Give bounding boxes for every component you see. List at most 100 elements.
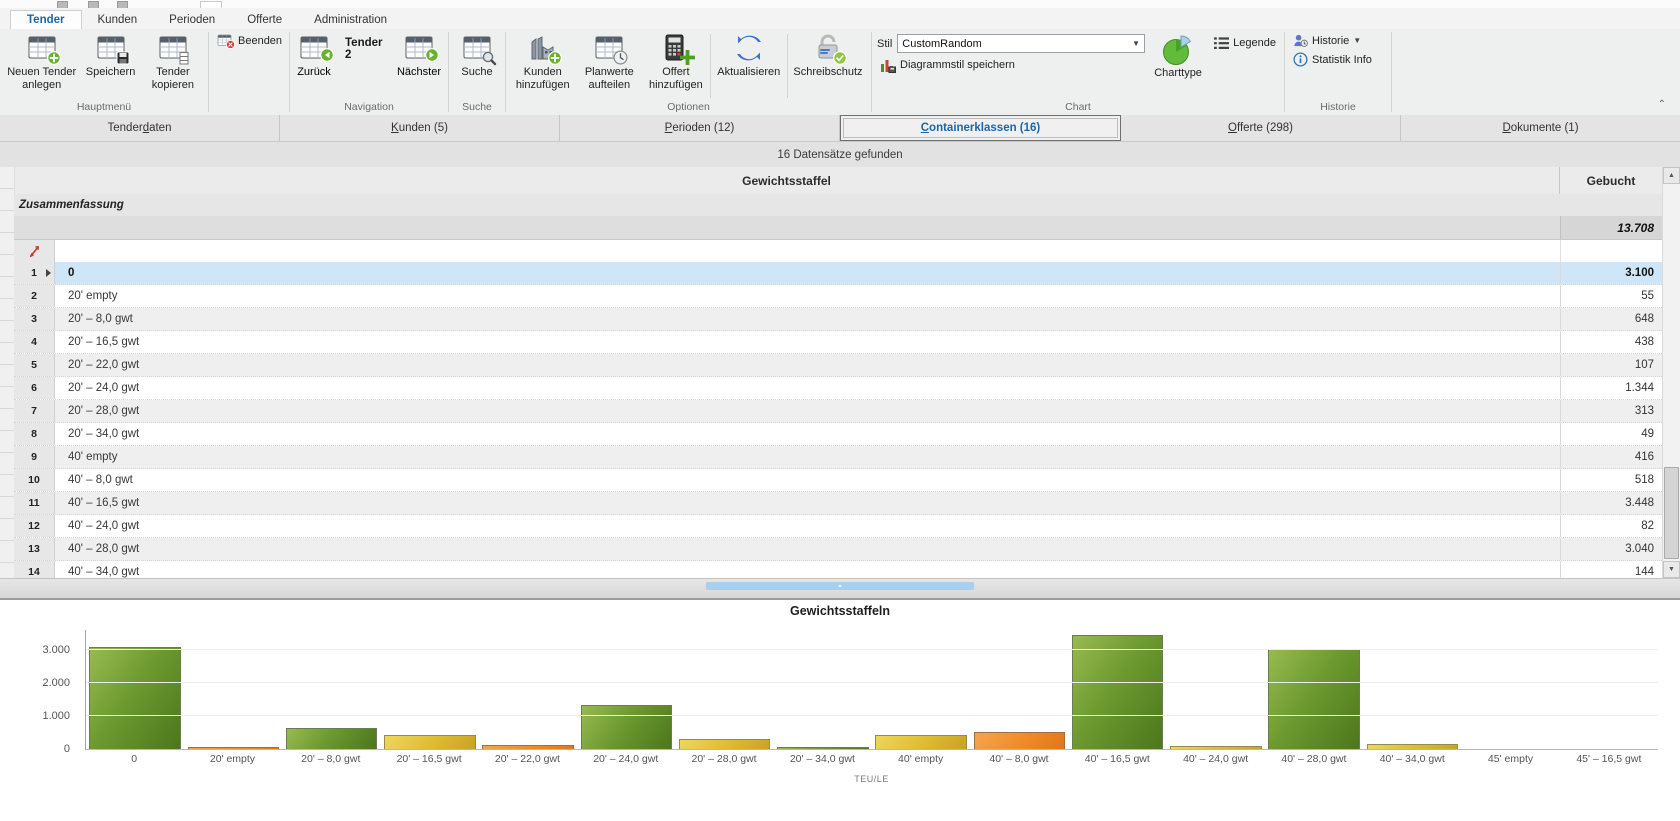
- save-button[interactable]: Speichern: [80, 31, 140, 81]
- save-chart-style-button[interactable]: Diagrammstil speichern: [875, 55, 1147, 75]
- scroll-down-button[interactable]: ▼: [1663, 561, 1680, 578]
- row-header[interactable]: 4: [14, 331, 55, 353]
- history-dropdown-button[interactable]: Historie ▼: [1288, 31, 1366, 50]
- bar[interactable]: [1268, 649, 1359, 749]
- scroll-up-button[interactable]: ▲: [1663, 167, 1680, 184]
- menu-item[interactable]: Kunden: [82, 11, 154, 29]
- search-button[interactable]: Suche: [456, 31, 498, 81]
- table-row[interactable]: 12 40' – 24,0 gwt 82: [14, 515, 1662, 538]
- row-header[interactable]: 6: [14, 377, 55, 399]
- next-record-button[interactable]: Nächster: [393, 31, 445, 80]
- table-row[interactable]: 9 40' empty 416: [14, 446, 1662, 469]
- bar[interactable]: [188, 747, 279, 749]
- pane-splitter[interactable]: [0, 578, 1680, 600]
- booked-value-cell[interactable]: 49: [1560, 423, 1662, 445]
- statistic-info-button[interactable]: Statistik Info: [1288, 50, 1377, 69]
- container-class-cell[interactable]: 0: [55, 262, 1560, 284]
- page-tab[interactable]: Dokumente (1): [1401, 115, 1680, 141]
- refresh-button[interactable]: Aktualisieren: [711, 31, 787, 81]
- previous-record-button[interactable]: Zurück: [293, 31, 335, 80]
- column-header-gewichtsstaffel[interactable]: Gewichtsstaffel: [14, 174, 1559, 188]
- table-row[interactable]: 6 20' – 24,0 gwt 1.344: [14, 377, 1662, 400]
- container-class-cell[interactable]: 40' – 28,0 gwt: [55, 538, 1560, 560]
- booked-value-cell[interactable]: 313: [1560, 400, 1662, 422]
- row-header[interactable]: 13: [14, 538, 55, 560]
- page-tab[interactable]: Containerklassen (16): [840, 115, 1121, 141]
- new-tender-button[interactable]: Neuen Tender anlegen: [3, 31, 80, 94]
- legend-button[interactable]: Legende: [1209, 34, 1281, 52]
- row-header[interactable]: 5: [14, 354, 55, 376]
- row-header[interactable]: 11: [14, 492, 55, 514]
- row-header[interactable]: 14: [14, 561, 55, 578]
- row-header[interactable]: 2: [14, 285, 55, 307]
- menu-item[interactable]: Perioden: [153, 11, 231, 29]
- booked-value-cell[interactable]: 518: [1560, 469, 1662, 491]
- page-tab[interactable]: Kunden (5): [280, 115, 560, 141]
- table-row[interactable]: 11 40' – 16,5 gwt 3.448: [14, 492, 1662, 515]
- row-header[interactable]: 12: [14, 515, 55, 537]
- bar[interactable]: [679, 739, 770, 749]
- vertical-scrollbar[interactable]: ▲ ▼: [1662, 167, 1680, 578]
- bar[interactable]: [89, 647, 180, 749]
- booked-value-cell[interactable]: 438: [1560, 331, 1662, 353]
- booked-value-cell[interactable]: 82: [1560, 515, 1662, 537]
- row-header[interactable]: 10: [14, 469, 55, 491]
- table-row[interactable]: 7 20' – 28,0 gwt 313: [14, 400, 1662, 423]
- booked-value-cell[interactable]: 107: [1560, 354, 1662, 376]
- booked-value-cell[interactable]: 144: [1560, 561, 1662, 578]
- container-class-cell[interactable]: 20' – 34,0 gwt: [55, 423, 1560, 445]
- booked-value-cell[interactable]: 3.448: [1560, 492, 1662, 514]
- add-offer-button[interactable]: Offert hinzufügen: [642, 31, 709, 94]
- page-tab[interactable]: Tenderdaten: [0, 115, 280, 141]
- filter-cell[interactable]: [1560, 240, 1662, 262]
- booked-value-cell[interactable]: 1.344: [1560, 377, 1662, 399]
- table-row[interactable]: 3 20' – 8,0 gwt 648: [14, 308, 1662, 331]
- container-class-cell[interactable]: 20' – 24,0 gwt: [55, 377, 1560, 399]
- column-header-gebucht[interactable]: Gebucht: [1559, 167, 1662, 194]
- row-header[interactable]: 9: [14, 446, 55, 468]
- splitter-handle[interactable]: [706, 582, 974, 590]
- split-plan-values-button[interactable]: Planwerte aufteilen: [576, 31, 642, 94]
- menu-item[interactable]: Administration: [298, 11, 403, 29]
- bar[interactable]: [974, 732, 1065, 749]
- booked-value-cell[interactable]: 55: [1560, 285, 1662, 307]
- bar[interactable]: [875, 735, 966, 749]
- booked-value-cell[interactable]: 3.040: [1560, 538, 1662, 560]
- table-row[interactable]: 14 40' – 34,0 gwt 144: [14, 561, 1662, 578]
- write-protection-button[interactable]: Schreibschutz: [788, 31, 868, 81]
- bar[interactable]: [482, 745, 573, 749]
- bar[interactable]: [384, 735, 475, 749]
- container-class-cell[interactable]: 20' – 8,0 gwt: [55, 308, 1560, 330]
- charttype-button[interactable]: Charttype: [1147, 31, 1209, 82]
- scrollbar-thumb[interactable]: [1664, 467, 1679, 559]
- page-tab[interactable]: Perioden (12): [560, 115, 840, 141]
- booked-value-cell[interactable]: 648: [1560, 308, 1662, 330]
- table-row[interactable]: 2 20' empty 55: [14, 285, 1662, 308]
- table-row[interactable]: 1 0 3.100: [14, 262, 1662, 285]
- container-class-cell[interactable]: 20' – 22,0 gwt: [55, 354, 1560, 376]
- filter-cell[interactable]: [55, 240, 1560, 262]
- bar[interactable]: [777, 747, 868, 749]
- chart-style-combobox[interactable]: CustomRandom ▼: [897, 34, 1145, 53]
- table-row[interactable]: 5 20' – 22,0 gwt 107: [14, 354, 1662, 377]
- menu-item[interactable]: Offerte: [231, 11, 298, 29]
- bar[interactable]: [1367, 744, 1458, 749]
- booked-value-cell[interactable]: 416: [1560, 446, 1662, 468]
- row-header[interactable]: 1: [14, 262, 55, 284]
- page-tab[interactable]: Offerte (298): [1121, 115, 1401, 141]
- container-class-cell[interactable]: 20' – 16,5 gwt: [55, 331, 1560, 353]
- add-customers-button[interactable]: Kunden hinzufügen: [509, 31, 576, 94]
- copy-tender-button[interactable]: Tender kopieren: [141, 31, 205, 94]
- table-row[interactable]: 10 40' – 8,0 gwt 518: [14, 469, 1662, 492]
- menu-item[interactable]: Tender: [10, 10, 82, 30]
- container-class-cell[interactable]: 40' – 34,0 gwt: [55, 561, 1560, 578]
- container-class-cell[interactable]: 20' – 28,0 gwt: [55, 400, 1560, 422]
- filter-row[interactable]: [14, 240, 1662, 263]
- row-header[interactable]: 8: [14, 423, 55, 445]
- container-class-cell[interactable]: 40' – 16,5 gwt: [55, 492, 1560, 514]
- table-row[interactable]: 8 20' – 34,0 gwt 49: [14, 423, 1662, 446]
- container-class-cell[interactable]: 40' – 8,0 gwt: [55, 469, 1560, 491]
- table-row[interactable]: 13 40' – 28,0 gwt 3.040: [14, 538, 1662, 561]
- quit-button[interactable]: Beenden: [212, 31, 287, 50]
- row-header[interactable]: 7: [14, 400, 55, 422]
